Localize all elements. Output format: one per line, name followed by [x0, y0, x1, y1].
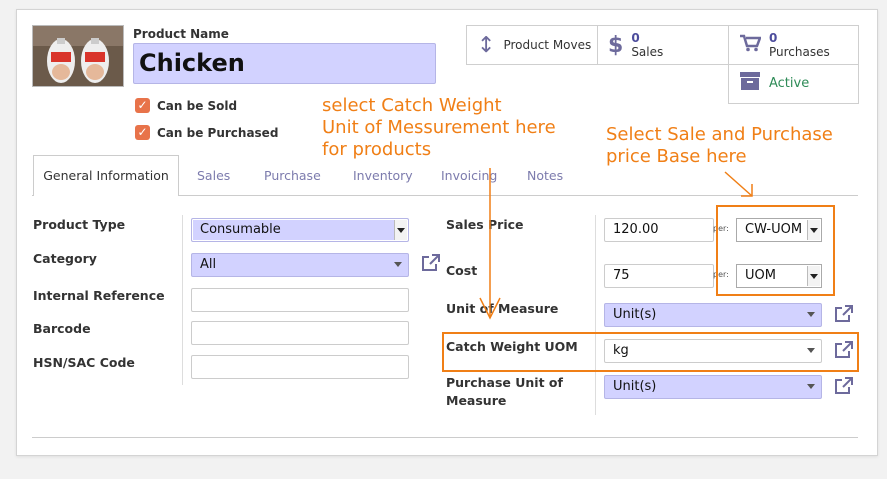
annotation-arrows [479, 168, 753, 320]
form-bottom-divider [32, 437, 858, 438]
